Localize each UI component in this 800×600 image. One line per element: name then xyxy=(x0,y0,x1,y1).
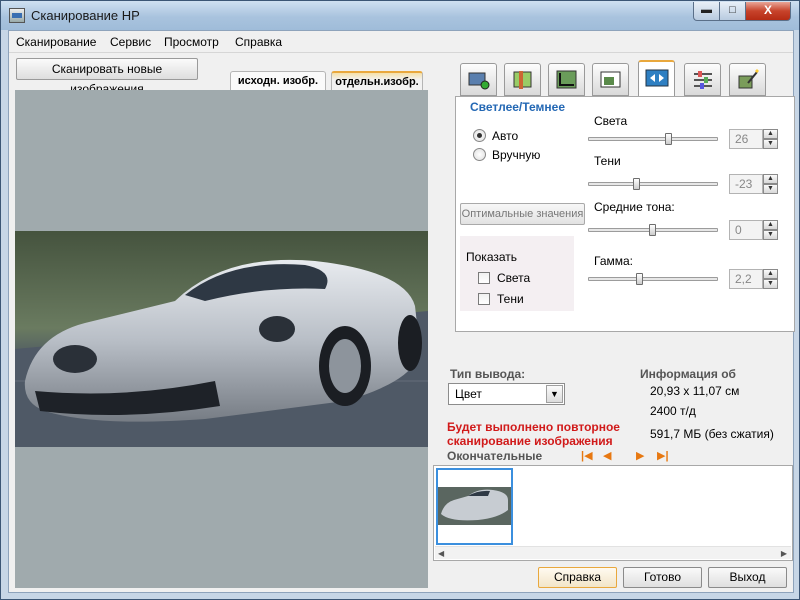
auto-radio-label: Авто xyxy=(492,129,519,143)
manual-radio-label: Вручную xyxy=(492,148,541,162)
highlights-decrease-button[interactable]: ▼ xyxy=(763,139,778,149)
shadows-increase-button[interactable]: ▲ xyxy=(763,174,778,184)
next-image-icon[interactable]: ▶ xyxy=(636,449,644,462)
lighten-darken-panel: Светлее/Темнее Авто Вручную Оптимальные … xyxy=(455,96,795,332)
image-resolution: 2400 т/д xyxy=(650,404,696,418)
gamma-slider-thumb[interactable] xyxy=(636,273,643,285)
output-type-label: Тип вывода: xyxy=(450,367,526,381)
midtones-slider-thumb[interactable] xyxy=(649,224,656,236)
tab-sliders[interactable] xyxy=(684,63,721,96)
menu-bar: Сканирование Сервис Просмотр Справка xyxy=(9,31,793,53)
magic-wand-icon xyxy=(738,69,759,89)
scanner-app-icon xyxy=(9,8,25,23)
help-button[interactable]: Справка xyxy=(538,567,617,588)
midtones-increase-button[interactable]: ▲ xyxy=(763,220,778,230)
tab-separate-image[interactable]: отдельн.изобр. xyxy=(331,71,423,90)
gamma-slider[interactable] xyxy=(588,277,718,281)
gamma-value[interactable]: 2,2 xyxy=(729,269,763,289)
close-button[interactable]: X xyxy=(745,2,791,21)
scanned-car-image xyxy=(15,231,428,447)
crop-icon xyxy=(556,70,577,89)
menu-scan[interactable]: Сканирование xyxy=(16,35,96,49)
title-bar[interactable]: Сканирование HP ▬ □ X xyxy=(1,1,799,30)
gamma-slider-label: Гамма: xyxy=(594,254,634,268)
tab-scan-settings[interactable] xyxy=(460,63,497,96)
final-images-strip: ◀ ▶ xyxy=(433,465,793,561)
show-label: Показать xyxy=(466,250,518,264)
shadows-value[interactable]: -23 xyxy=(729,174,763,194)
gamma-decrease-button[interactable]: ▼ xyxy=(763,279,778,289)
minimize-button[interactable]: ▬ xyxy=(693,2,720,21)
show-highlights-label: Света xyxy=(497,271,531,285)
show-group: Показать Света Тени xyxy=(460,236,574,311)
highlights-increase-button[interactable]: ▲ xyxy=(763,129,778,139)
lighten-darken-icon xyxy=(645,69,669,87)
scroll-left-icon[interactable]: ◀ xyxy=(438,547,444,560)
shadows-slider-label: Тени xyxy=(594,154,621,168)
tab-color-adjust[interactable] xyxy=(504,63,541,96)
tab-original-image[interactable]: исходн. изобр. xyxy=(230,71,326,90)
midtones-decrease-button[interactable]: ▼ xyxy=(763,230,778,240)
scan-new-images-button[interactable]: Сканировать новые изображения xyxy=(16,58,198,96)
prev-image-icon[interactable]: ◀ xyxy=(603,449,611,462)
color-adjust-icon xyxy=(513,71,532,89)
final-images-label: Окончательные xyxy=(447,449,543,463)
highlights-slider[interactable] xyxy=(588,137,718,141)
done-button[interactable]: Готово xyxy=(623,567,702,588)
show-shadows-label: Тени xyxy=(497,292,524,306)
highlights-value[interactable]: 26 xyxy=(729,129,763,149)
window-title: Сканирование HP xyxy=(31,8,140,23)
first-image-icon[interactable]: |◀ xyxy=(581,449,593,462)
midtones-value[interactable]: 0 xyxy=(729,220,763,240)
output-type-value: Цвет xyxy=(455,387,482,401)
last-image-icon[interactable]: ▶| xyxy=(657,449,669,462)
client-area: Сканирование Сервис Просмотр Справка Ска… xyxy=(8,30,795,593)
tab-auto-fix[interactable] xyxy=(729,63,766,96)
shadows-slider-thumb[interactable] xyxy=(633,178,641,190)
tab-crop[interactable] xyxy=(548,63,585,96)
output-type-select[interactable]: Цвет ▼ xyxy=(448,383,565,405)
menu-view[interactable]: Просмотр xyxy=(164,35,219,49)
scan-settings-icon xyxy=(468,72,490,90)
optimal-values-button[interactable]: Оптимальные значения xyxy=(460,203,585,225)
image-preview-area[interactable] xyxy=(15,90,428,588)
exit-button[interactable]: Выход xyxy=(708,567,787,588)
image-file-size: 591,7 МБ (без сжатия) xyxy=(650,427,774,441)
shadows-decrease-button[interactable]: ▼ xyxy=(763,184,778,194)
thumbnail-item[interactable] xyxy=(436,468,513,545)
menu-service[interactable]: Сервис xyxy=(110,35,151,49)
gamma-increase-button[interactable]: ▲ xyxy=(763,269,778,279)
midtones-slider-label: Средние тона: xyxy=(594,200,675,214)
auto-radio[interactable] xyxy=(473,129,486,142)
rescan-warning: Будет выполнено повторное сканирование и… xyxy=(447,420,620,448)
manual-radio[interactable] xyxy=(473,148,486,161)
app-window: Сканирование HP ▬ □ X Сканирование Серви… xyxy=(0,0,800,600)
maximize-button[interactable]: □ xyxy=(719,2,746,21)
shadows-slider[interactable] xyxy=(588,182,718,186)
tab-lighten-darken[interactable] xyxy=(638,60,675,97)
thumbnail-image xyxy=(438,487,511,525)
menu-help[interactable]: Справка xyxy=(235,35,282,49)
image-size: 20,93 x 11,07 см xyxy=(650,384,740,398)
highlights-slider-thumb[interactable] xyxy=(664,133,672,145)
chevron-down-icon[interactable]: ▼ xyxy=(546,385,563,403)
scroll-right-icon[interactable]: ▶ xyxy=(781,547,787,560)
highlights-slider-label: Света xyxy=(594,114,628,128)
sliders-icon xyxy=(694,71,712,89)
panel-title: Светлее/Темнее xyxy=(470,100,565,114)
tab-resize[interactable] xyxy=(592,63,629,96)
show-shadows-checkbox[interactable] xyxy=(478,293,490,305)
show-highlights-checkbox[interactable] xyxy=(478,272,490,284)
resize-image-icon xyxy=(600,71,621,88)
thumbnails-scrollbar[interactable]: ◀ ▶ xyxy=(435,546,791,559)
image-info-label: Информация об xyxy=(640,367,736,381)
